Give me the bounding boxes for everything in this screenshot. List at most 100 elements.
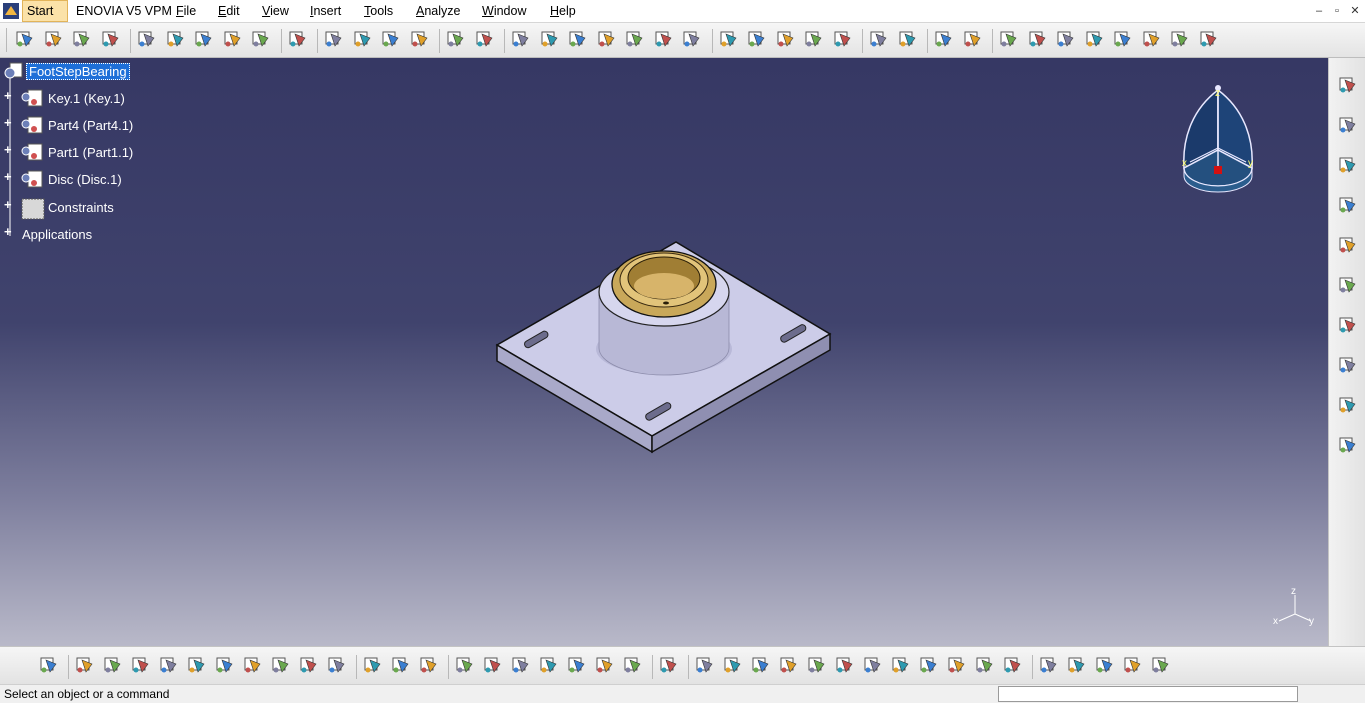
expand-icon[interactable]: +: [4, 115, 12, 130]
toolbar-separator[interactable]: [356, 655, 357, 679]
stop-manipulation-icon[interactable]: [222, 28, 244, 50]
parameters-icon[interactable]: [1198, 28, 1220, 50]
3d-viewport[interactable]: z x y z x y FootStepBearing + Key.1 (Key…: [0, 58, 1328, 646]
toolbar-separator[interactable]: [280, 29, 282, 53]
sketcher-icon[interactable]: [38, 654, 60, 676]
catalog-browser-icon[interactable]: [1122, 654, 1144, 676]
catia-logo[interactable]: [1150, 654, 1172, 676]
paste-icon[interactable]: [242, 654, 264, 676]
weight-icon[interactable]: [418, 654, 440, 676]
catalog-icon[interactable]: [1027, 28, 1049, 50]
normal-view-icon[interactable]: [862, 654, 884, 676]
expand-icon[interactable]: +: [4, 142, 12, 157]
fit-all-icon[interactable]: [722, 654, 744, 676]
section-icon[interactable]: [933, 28, 955, 50]
pad-icon[interactable]: [510, 28, 532, 50]
boolean-icon[interactable]: [998, 28, 1020, 50]
shading-icon[interactable]: [946, 654, 968, 676]
existing-component-icon[interactable]: [71, 28, 93, 50]
catia-app-icon[interactable]: [2, 2, 20, 20]
zoom-out-icon[interactable]: [834, 654, 856, 676]
toolbar-separator[interactable]: [317, 29, 318, 53]
reorder-product-icon[interactable]: [1337, 274, 1359, 296]
comment-icon[interactable]: [482, 654, 504, 676]
help-icon[interactable]: [326, 654, 348, 676]
multi-view-icon[interactable]: [890, 654, 912, 676]
distance-icon[interactable]: [897, 28, 919, 50]
close-button[interactable]: ✕: [1346, 3, 1364, 19]
shell-icon[interactable]: [746, 28, 768, 50]
options-icon[interactable]: [1094, 654, 1116, 676]
update-all-icon[interactable]: [1066, 654, 1088, 676]
reorder-icon[interactable]: [250, 28, 272, 50]
snap-icon[interactable]: [136, 28, 158, 50]
sketch-tool-icon[interactable]: [1038, 654, 1060, 676]
join-icon[interactable]: [445, 28, 467, 50]
view-icon[interactable]: [1141, 28, 1163, 50]
rules-icon[interactable]: [622, 654, 644, 676]
toolbar-separator[interactable]: [711, 29, 713, 53]
hide-show-icon[interactable]: [974, 654, 996, 676]
toolbar-separator[interactable]: [1032, 655, 1033, 679]
extract-icon[interactable]: [474, 28, 496, 50]
tree-root-label[interactable]: FootStepBearing: [26, 63, 130, 80]
component-icon[interactable]: [43, 28, 65, 50]
lock-icon[interactable]: [594, 654, 616, 676]
formula-icon[interactable]: [454, 654, 476, 676]
menu-start[interactable]: Start: [22, 0, 68, 22]
draft-icon[interactable]: [718, 28, 740, 50]
toolbar-separator[interactable]: [448, 655, 449, 679]
menu-analyze[interactable]: Analyze: [416, 4, 460, 18]
shaft-icon[interactable]: [596, 28, 618, 50]
toolbar-separator[interactable]: [130, 29, 131, 53]
swap-visible-icon[interactable]: [1002, 654, 1024, 676]
measure-item-icon[interactable]: [390, 654, 412, 676]
plane-icon[interactable]: [409, 28, 431, 50]
existing-component-position-icon[interactable]: [100, 28, 122, 50]
manipulation-icon[interactable]: [1337, 154, 1359, 176]
tree-node-label[interactable]: Constraints: [48, 200, 114, 215]
product-icon[interactable]: [14, 28, 36, 50]
explode-icon[interactable]: [193, 28, 215, 50]
scene-icon[interactable]: [1084, 28, 1106, 50]
pocket-icon[interactable]: [539, 28, 561, 50]
select-arrow-icon[interactable]: [1337, 114, 1359, 136]
constraint-offset-icon[interactable]: [1337, 394, 1359, 416]
isometric-view-icon[interactable]: [918, 654, 940, 676]
menu-file[interactable]: File: [176, 4, 196, 18]
cut-icon[interactable]: [186, 654, 208, 676]
measure-between-icon[interactable]: [362, 654, 384, 676]
replace-icon[interactable]: [1337, 234, 1359, 256]
sketch-icon[interactable]: [962, 28, 984, 50]
toolbar-separator[interactable]: [439, 29, 440, 53]
toolbar-separator[interactable]: [862, 29, 863, 53]
menu-view[interactable]: View: [262, 4, 289, 18]
redo-icon[interactable]: [298, 654, 320, 676]
fly-mode-icon[interactable]: [694, 654, 716, 676]
measure-icon[interactable]: [832, 28, 854, 50]
copy-icon[interactable]: [214, 654, 236, 676]
restore-button[interactable]: ▫: [1328, 3, 1346, 19]
tree-node-label[interactable]: Key.1 (Key.1): [48, 91, 125, 106]
clash-icon[interactable]: [868, 28, 890, 50]
update-icon[interactable]: [1169, 28, 1191, 50]
chamfer-icon[interactable]: [681, 28, 703, 50]
circle-icon[interactable]: [380, 28, 402, 50]
toolbar-separator[interactable]: [688, 655, 689, 679]
open-file-icon[interactable]: [102, 654, 124, 676]
toolbar-separator[interactable]: [68, 655, 69, 679]
point-icon[interactable]: [323, 28, 345, 50]
split-icon[interactable]: [803, 28, 825, 50]
constraint-contact-icon[interactable]: [1337, 354, 1359, 376]
pan-icon[interactable]: [750, 654, 772, 676]
publication-icon[interactable]: [1055, 28, 1077, 50]
rotate-icon[interactable]: [778, 654, 800, 676]
annotation-icon[interactable]: [1112, 28, 1134, 50]
toolbar-grip[interactable]: [6, 28, 7, 52]
expand-icon[interactable]: +: [4, 169, 12, 184]
thickness-icon[interactable]: [775, 28, 797, 50]
new-file-icon[interactable]: [74, 654, 96, 676]
knowledge-icon[interactable]: [566, 654, 588, 676]
toolbar-separator[interactable]: [927, 29, 928, 53]
spline-icon[interactable]: [352, 28, 374, 50]
